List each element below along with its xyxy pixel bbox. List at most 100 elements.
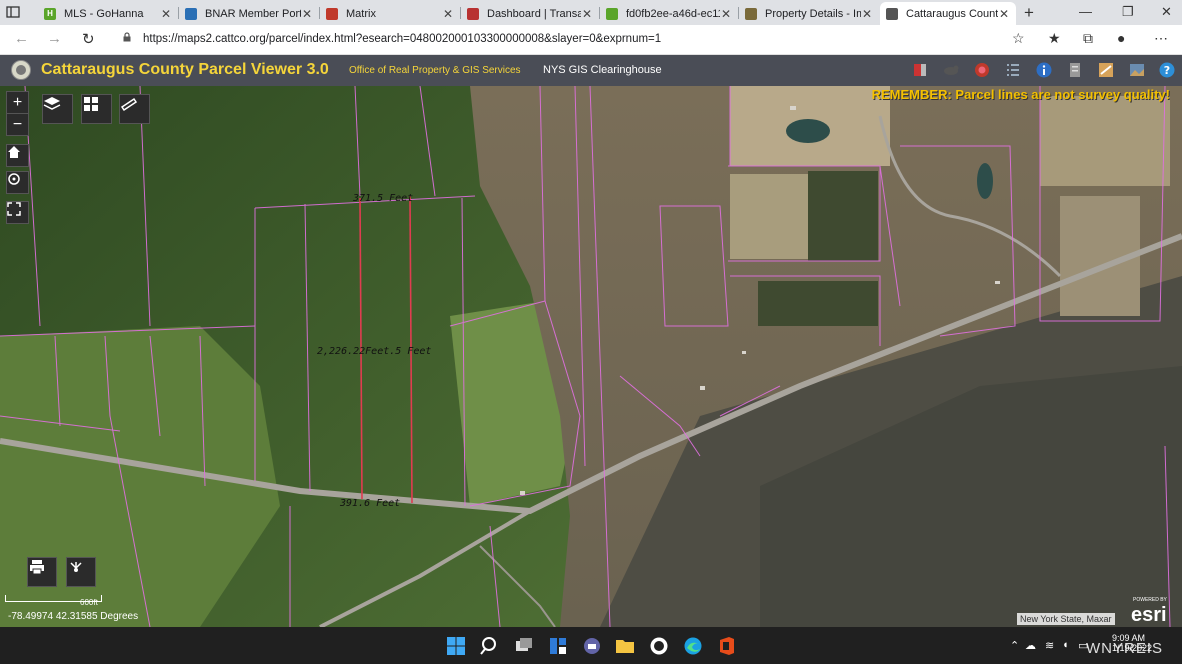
store-icon[interactable] (649, 636, 669, 656)
layers-icon (43, 97, 61, 110)
watermark: WNYREIS (1086, 640, 1164, 657)
favicon-icon: H (44, 7, 56, 20)
teams-chat-icon[interactable] (582, 636, 602, 656)
svg-text:?: ? (1164, 64, 1170, 77)
close-tab-icon[interactable]: ✕ (720, 7, 732, 21)
scale-label: 600ft (80, 598, 98, 607)
favicon-icon (467, 7, 479, 20)
task-view-icon[interactable] (514, 636, 534, 656)
file-explorer-icon[interactable] (615, 636, 635, 656)
close-tab-icon[interactable]: ✕ (442, 7, 454, 21)
browser-tab[interactable]: H MLS - GoHanna ✕ (38, 2, 178, 25)
map-tool-icon[interactable] (1098, 62, 1114, 78)
print-button[interactable] (27, 557, 57, 587)
browser-tab[interactable]: BNAR Member Portal ✕ (179, 2, 319, 25)
search-icon[interactable] (480, 636, 500, 656)
home-icon (8, 146, 20, 158)
info-icon[interactable] (1036, 62, 1052, 78)
close-tab-icon[interactable]: ✕ (861, 7, 873, 21)
fullscreen-icon (7, 202, 21, 216)
survey-warning: REMEMBER: Parcel lines are not survey qu… (871, 87, 1170, 102)
volume-icon[interactable]: ◖ (1062, 639, 1069, 651)
help-icon[interactable]: ? (1159, 62, 1175, 78)
county-seal-icon (11, 60, 31, 80)
map-attribution: New York State, Maxar (1017, 613, 1115, 625)
start-icon[interactable] (446, 636, 466, 656)
tab-title: Dashboard | Transacti (487, 7, 581, 20)
coordinate-readout: -78.49974 42.31585 Degrees (8, 611, 139, 622)
new-tab-icon[interactable]: + (1024, 3, 1034, 23)
browser-tab-bar: H MLS - GoHanna ✕ BNAR Member Portal ✕ M… (0, 0, 1182, 25)
browser-tab[interactable]: Property Details - Ima ✕ (739, 2, 879, 25)
animal-icon[interactable] (943, 62, 959, 78)
browser-tab[interactable]: Dashboard | Transacti ✕ (461, 2, 599, 25)
zoom-out-button[interactable]: − (6, 113, 29, 136)
refresh-icon[interactable]: ↻ (82, 30, 95, 48)
image-icon[interactable] (1129, 62, 1145, 78)
wifi-icon[interactable]: ≋ (1045, 639, 1054, 652)
tab-title: Property Details - Ima (765, 7, 861, 20)
powered-by-label: POWERED BY (1133, 597, 1167, 603)
lock-icon[interactable] (122, 32, 132, 42)
minimize-icon[interactable]: — (1079, 4, 1092, 19)
windows-taskbar: ⌃ ☁ ≋ ◖ ▭ 9:09 AM 1/19/2022 WNYREIS (0, 627, 1182, 664)
list-icon[interactable] (1005, 62, 1021, 78)
esri-logo[interactable]: esri (1131, 604, 1167, 627)
basemap-gallery-button[interactable] (81, 94, 112, 124)
parcel-dimension-label: 2,226.22Feet.5 Feet (317, 346, 432, 357)
parcel-dimension-label: 371.5 Feet (353, 193, 414, 204)
close-window-icon[interactable]: ✕ (1161, 4, 1172, 20)
favicon-icon (326, 7, 338, 20)
app-header: Cattaraugus County Parcel Viewer 3.0 Off… (0, 55, 1182, 86)
weather-icon[interactable]: ☁ (1025, 639, 1036, 652)
favicon-icon (606, 7, 618, 20)
share-button[interactable] (66, 557, 96, 587)
browser-tab-active[interactable]: Cattaraugus County P ✕ (880, 2, 1016, 25)
map-view[interactable]: REMEMBER: Parcel lines are not survey qu… (0, 86, 1182, 627)
tab-title: Cattaraugus County P (906, 7, 998, 20)
collections-icon[interactable]: ⧉ (1083, 30, 1093, 47)
tab-title: BNAR Member Portal (205, 7, 301, 20)
address-bar: ← → ↻ https://maps2.cattco.org/parcel/in… (0, 25, 1182, 55)
favicon-icon (745, 7, 757, 20)
nys-clearinghouse-link[interactable]: NYS GIS Clearinghouse (543, 64, 662, 76)
maximize-icon[interactable]: ❐ (1122, 4, 1134, 20)
more-options-icon[interactable]: ⋯ (1154, 30, 1168, 47)
widgets-icon[interactable] (548, 636, 568, 656)
favicon-icon (185, 7, 197, 20)
fullscreen-button[interactable] (6, 201, 29, 224)
forward-icon[interactable]: → (47, 30, 62, 47)
office-link[interactable]: Office of Real Property & GIS Services (349, 65, 521, 76)
record-icon[interactable] (974, 62, 990, 78)
browser-tab[interactable]: fd0fb2ee-a46d-ec11- ✕ (600, 2, 738, 25)
edge-browser-icon[interactable] (683, 636, 703, 656)
close-tab-icon[interactable]: ✕ (998, 7, 1010, 21)
print-icon (30, 560, 44, 575)
measure-icon (120, 97, 138, 112)
show-hidden-icons-icon[interactable]: ⌃ (1010, 639, 1019, 652)
parcel-dimension-label: 391.6 Feet (340, 498, 401, 509)
tab-title: Matrix (346, 7, 376, 20)
zoom-in-button[interactable]: + (6, 91, 29, 114)
back-icon[interactable]: ← (14, 30, 29, 47)
favorites-icon[interactable]: ★ (1048, 30, 1061, 47)
close-tab-icon[interactable]: ✕ (581, 7, 593, 21)
measure-button[interactable] (119, 94, 150, 124)
favicon-icon (886, 7, 898, 20)
profile-avatar-icon[interactable]: ● (1117, 30, 1125, 46)
office-icon[interactable] (717, 636, 737, 656)
url-input[interactable]: https://maps2.cattco.org/parcel/index.ht… (143, 33, 661, 45)
share-icon (70, 562, 82, 572)
close-tab-icon[interactable]: ✕ (301, 7, 313, 21)
grid-icon (84, 97, 98, 111)
locate-button[interactable] (6, 171, 29, 194)
home-button[interactable] (6, 144, 29, 167)
bookmark-icon[interactable] (912, 62, 928, 78)
add-favorite-icon[interactable]: ☆ (1012, 30, 1025, 47)
tab-actions-icon[interactable] (6, 5, 20, 19)
close-tab-icon[interactable]: ✕ (160, 7, 172, 21)
document-icon[interactable] (1067, 62, 1083, 78)
app-title: Cattaraugus County Parcel Viewer 3.0 (41, 61, 329, 78)
layers-button[interactable] (42, 94, 73, 124)
browser-tab[interactable]: Matrix ✕ (320, 2, 460, 25)
